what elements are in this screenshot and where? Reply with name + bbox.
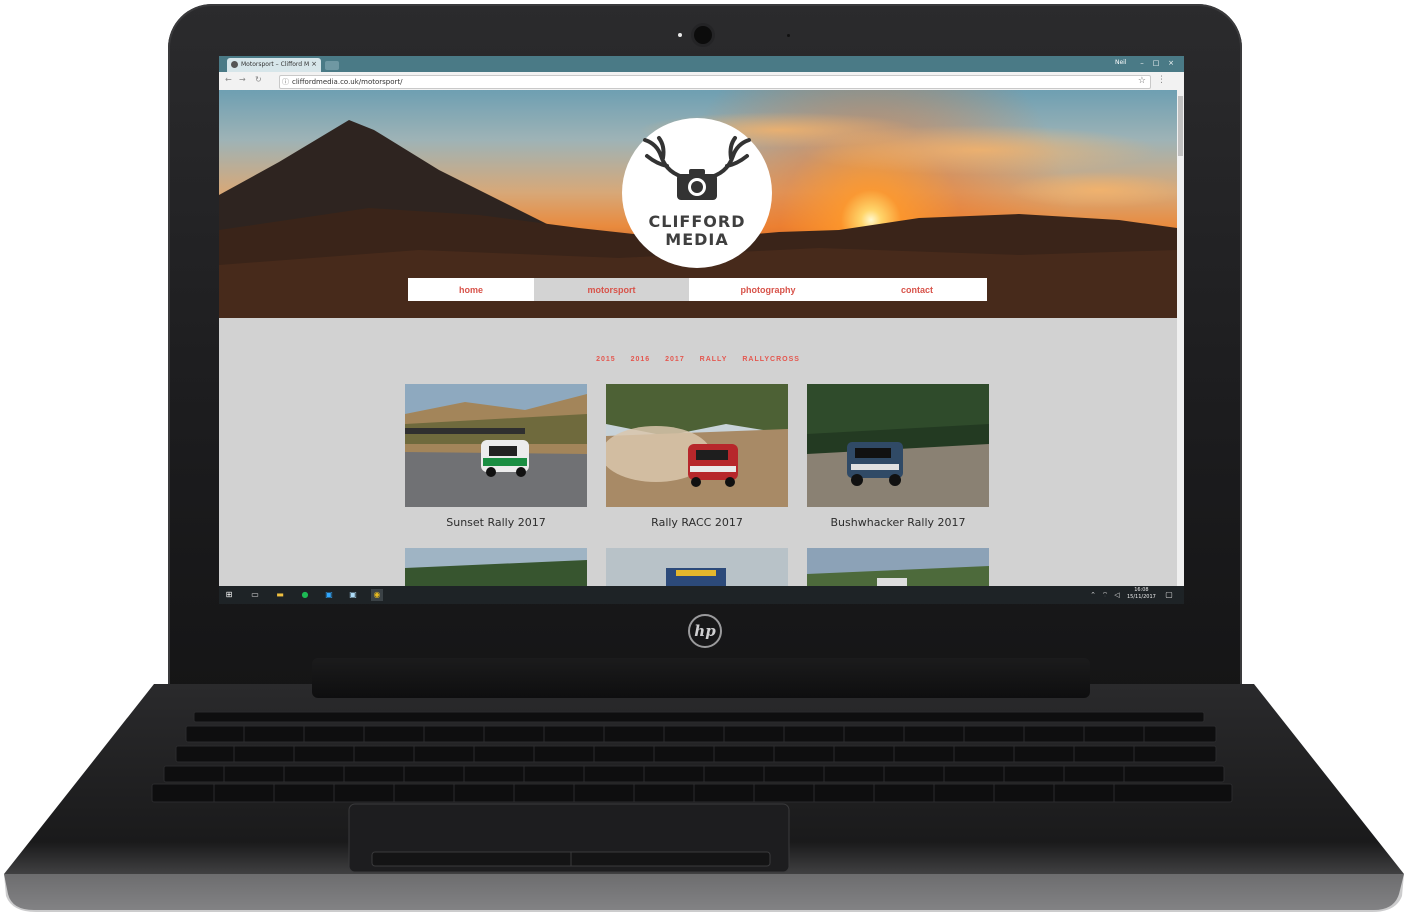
nav-contact[interactable]: contact: [847, 278, 987, 301]
reload-icon[interactable]: ↻: [255, 75, 262, 84]
gallery-thumb-sunset-rally[interactable]: [405, 384, 587, 507]
laptop-base: [4, 684, 1404, 912]
nav-photography[interactable]: photography: [689, 278, 847, 301]
windows-taskbar: ⊞ ▭ ▬ ● ▣ ▣ ◉ ⌃ ⌔ ◁ 16:08 15/11/2017 ▢: [219, 586, 1184, 604]
screen: Motorsport – Clifford M × Neil – □ × ← →…: [219, 56, 1184, 604]
nav-home[interactable]: home: [408, 278, 534, 301]
clock-time: 16:08: [1134, 587, 1149, 593]
browser-tab-bar: Motorsport – Clifford M × Neil – □ ×: [219, 56, 1184, 72]
browser-tab[interactable]: Motorsport – Clifford M ×: [227, 58, 321, 72]
back-icon[interactable]: ←: [225, 75, 232, 84]
nav-motorsport[interactable]: motorsport: [534, 278, 689, 301]
volume-icon[interactable]: ◁: [1111, 589, 1123, 601]
address-toolbar: ← → ↻ ⓘ cliffordmedia.co.uk/motorsport/ …: [219, 72, 1184, 91]
laptop-hinge: [312, 658, 1090, 698]
filter-2016[interactable]: 2016: [631, 356, 651, 363]
microphone: [787, 34, 790, 37]
profile-name[interactable]: Neil: [1115, 59, 1127, 66]
minimize-button[interactable]: –: [1137, 58, 1147, 68]
task-view-icon[interactable]: ▭: [249, 589, 261, 601]
filter-2015[interactable]: 2015: [596, 356, 616, 363]
gallery-thumb-row2-1[interactable]: [405, 548, 587, 586]
notifications-icon[interactable]: ▢: [1163, 589, 1175, 601]
gallery-thumb-row2-2[interactable]: [606, 548, 788, 586]
gallery-caption[interactable]: Rally RACC 2017: [606, 516, 788, 529]
hp-logo: hp: [688, 614, 722, 648]
scrollbar-thumb[interactable]: [1178, 96, 1183, 156]
web-page: CLIFFORD MEDIA home motorsport photograp…: [219, 90, 1177, 586]
logo-text-line2: MEDIA: [665, 230, 729, 249]
webcam: [694, 26, 712, 44]
antler-camera-icon: [643, 136, 751, 200]
windows-start-icon[interactable]: ⊞: [223, 589, 235, 601]
photoshop-icon[interactable]: ▣: [323, 589, 335, 601]
spotify-icon[interactable]: ●: [299, 589, 311, 601]
filter-links: 2015 2016 2017 RALLY RALLYCROSS: [219, 356, 1177, 363]
favicon-icon: [231, 61, 238, 68]
clock-date: 15/11/2017: [1127, 594, 1156, 600]
filter-rally[interactable]: RALLY: [700, 356, 728, 363]
site-nav: home motorsport photography contact: [408, 278, 987, 301]
gallery-thumb-bushwhacker[interactable]: [807, 384, 989, 507]
gallery-thumb-rally-racc[interactable]: [606, 384, 788, 507]
close-window-button[interactable]: ×: [1166, 58, 1176, 68]
maximize-button[interactable]: □: [1151, 58, 1161, 68]
clock[interactable]: 16:08 15/11/2017: [1127, 587, 1156, 601]
gallery-thumb-row2-3[interactable]: [807, 548, 989, 586]
logo-text-line1: CLIFFORD: [648, 212, 746, 231]
url-text: cliffordmedia.co.uk/motorsport/: [292, 78, 403, 86]
gallery-caption[interactable]: Sunset Rally 2017: [405, 516, 587, 529]
tab-title: Motorsport – Clifford M: [241, 61, 310, 68]
network-icon[interactable]: ⌔: [1099, 589, 1111, 601]
hero-banner: CLIFFORD MEDIA home motorsport photograp…: [219, 90, 1177, 318]
new-tab-button[interactable]: [325, 61, 339, 70]
chrome-icon[interactable]: ◉: [371, 589, 383, 601]
tab-close-icon[interactable]: ×: [311, 60, 317, 68]
scrollbar[interactable]: [1177, 90, 1184, 586]
site-info-icon[interactable]: ⓘ: [282, 76, 289, 88]
forward-icon[interactable]: →: [239, 75, 246, 84]
bookmark-star-icon[interactable]: ☆: [1138, 75, 1146, 87]
keyboard: [151, 711, 1233, 803]
url-input[interactable]: ⓘ cliffordmedia.co.uk/motorsport/ ☆: [279, 75, 1151, 89]
webcam-light: [678, 33, 682, 37]
filter-2017[interactable]: 2017: [665, 356, 685, 363]
filter-rallycross[interactable]: RALLYCROSS: [742, 356, 800, 363]
tray-chevron-icon[interactable]: ⌃: [1087, 589, 1099, 601]
lightroom-icon[interactable]: ▣: [347, 589, 359, 601]
file-explorer-icon[interactable]: ▬: [274, 589, 286, 601]
gallery-caption[interactable]: Bushwhacker Rally 2017: [807, 516, 989, 529]
browser-menu-icon[interactable]: ⋮: [1157, 75, 1166, 85]
